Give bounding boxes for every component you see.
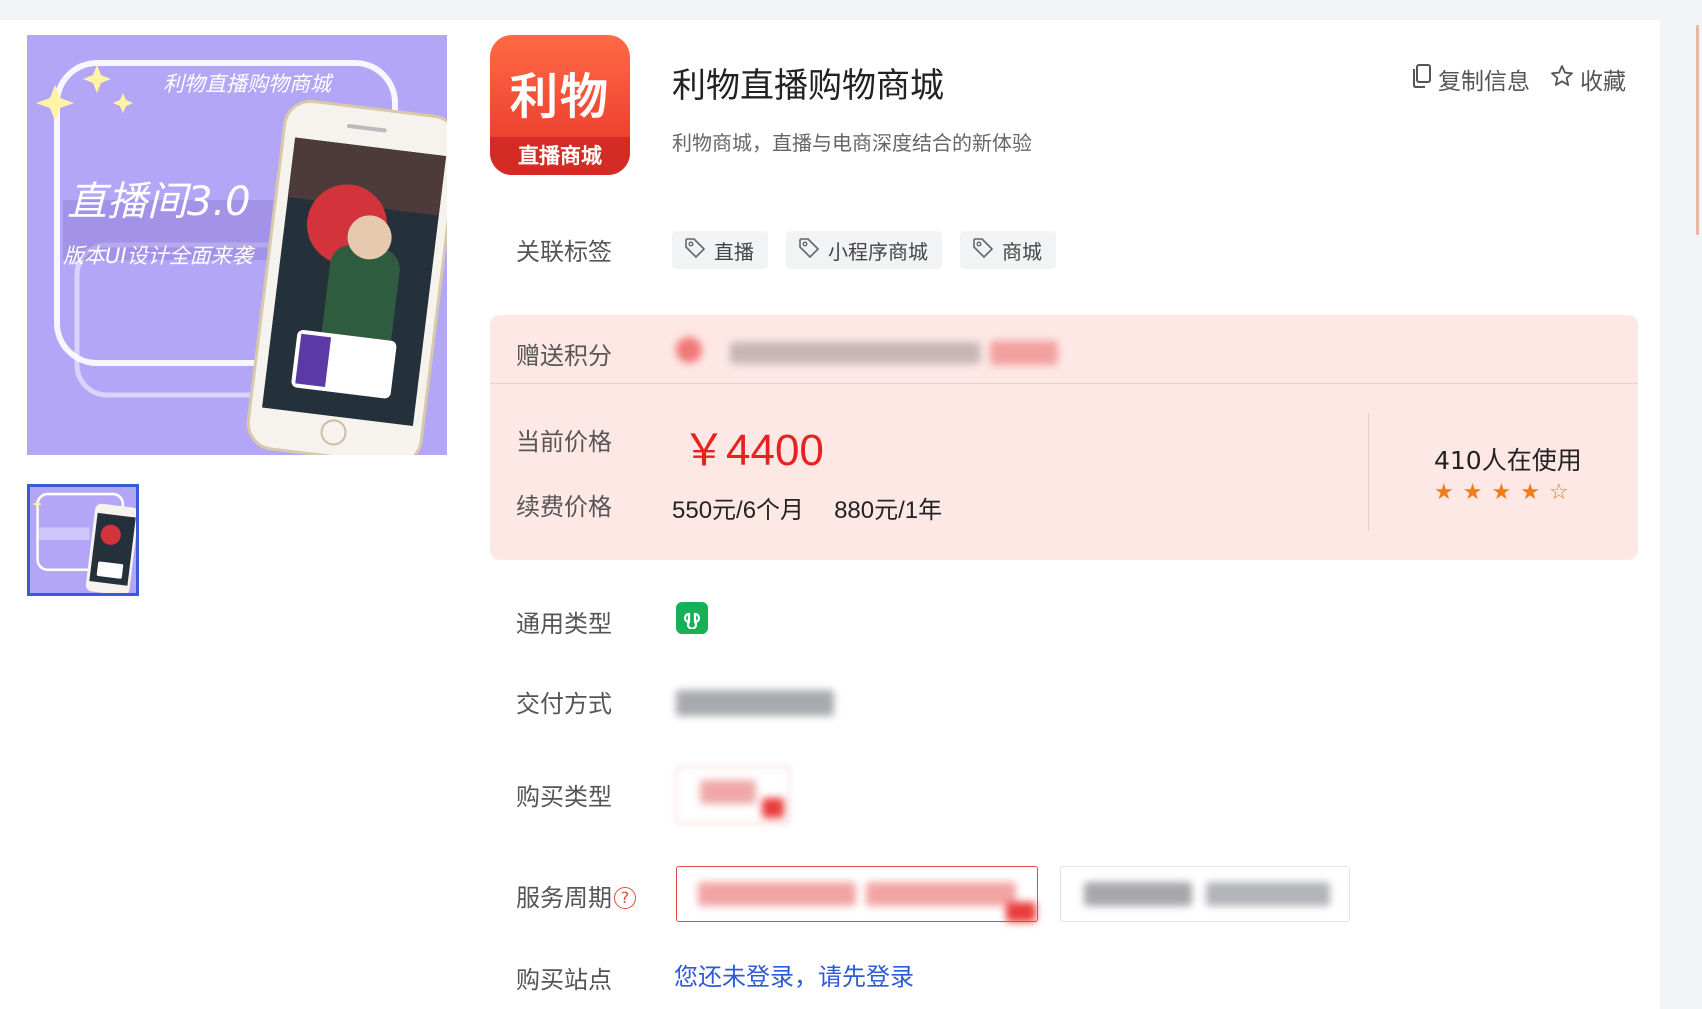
purchase-site-label: 购买站点 bbox=[516, 966, 612, 994]
points-icon bbox=[676, 337, 702, 363]
current-price-value: ￥4400 bbox=[682, 426, 824, 475]
tags-label: 关联标签 bbox=[516, 238, 612, 266]
tag-item[interactable]: 直播 bbox=[672, 231, 768, 269]
service-period-text-redacted bbox=[1084, 882, 1192, 906]
points-text-redacted bbox=[730, 342, 980, 364]
banner-tagline: 版本UI设计全面来袭 bbox=[63, 244, 256, 268]
service-period-label-text: 服务周期 bbox=[516, 884, 612, 912]
app-logo: 利物 直播商城 bbox=[490, 35, 630, 175]
banner-headline: 直播间3.0 bbox=[67, 179, 251, 225]
tag-list: 直播 小程序商城 商城 bbox=[672, 231, 1056, 269]
app-logo-text: 利物 bbox=[509, 69, 610, 125]
service-period-text-redacted bbox=[866, 882, 1016, 906]
copy-icon bbox=[1412, 64, 1432, 94]
purchase-type-value-redacted bbox=[700, 780, 756, 804]
renew-price-6m: 550元/6个月 bbox=[672, 497, 805, 524]
tag-icon bbox=[684, 237, 706, 264]
tag-item[interactable]: 小程序商城 bbox=[786, 231, 942, 269]
help-icon[interactable]: ? bbox=[614, 887, 636, 909]
purchase-type-selected-mark bbox=[762, 798, 784, 818]
scroll-edge-marker bbox=[1696, 25, 1699, 235]
miniapp-icon bbox=[676, 602, 708, 634]
top-actions: 复制信息 收藏 bbox=[1412, 62, 1626, 96]
panel-divider bbox=[490, 383, 1638, 384]
panel-vertical-divider bbox=[1368, 413, 1369, 531]
tag-label: 商城 bbox=[1002, 239, 1042, 264]
product-subtitle: 利物商城，直播与电商深度结合的新体验 bbox=[672, 131, 1032, 155]
renew-prices: 550元/6个月 880元/1年 bbox=[672, 490, 942, 525]
purchase-type-label: 购买类型 bbox=[516, 783, 612, 811]
service-period-label: 服务周期? bbox=[516, 878, 636, 913]
star-icon: ★ bbox=[1434, 479, 1454, 504]
tag-label: 直播 bbox=[714, 239, 754, 264]
renew-price-label: 续费价格 bbox=[516, 493, 612, 521]
login-link[interactable]: 您还未登录，请先登录 bbox=[674, 957, 914, 992]
tag-item[interactable]: 商城 bbox=[960, 231, 1056, 269]
copy-info-label: 复制信息 bbox=[1438, 69, 1530, 95]
star-icon: ★ bbox=[1491, 479, 1512, 504]
universal-type-label: 通用类型 bbox=[516, 610, 612, 638]
users-count: 410人在使用 bbox=[1434, 446, 1582, 475]
delivery-value-redacted bbox=[676, 690, 834, 716]
copy-info-button[interactable]: 复制信息 bbox=[1412, 62, 1530, 96]
banner-caption: 利物直播购物商城 bbox=[163, 72, 334, 96]
favorite-button[interactable]: 收藏 bbox=[1550, 62, 1626, 96]
product-main-image[interactable]: 利物直播购物商城 直播间3.0 版本UI设计全面来袭 bbox=[27, 35, 447, 455]
service-period-selected-mark bbox=[1006, 902, 1036, 922]
star-icon: ★ bbox=[1462, 479, 1483, 504]
tag-icon bbox=[798, 237, 820, 264]
renew-price-1y: 880元/1年 bbox=[834, 497, 943, 524]
star-outline-icon: ☆ bbox=[1548, 479, 1569, 504]
star-icon: ★ bbox=[1520, 479, 1540, 504]
rating-stars: ★ ★ ★ ★ ☆ bbox=[1434, 479, 1569, 505]
points-value-redacted bbox=[990, 341, 1058, 365]
tag-label: 小程序商城 bbox=[828, 239, 928, 264]
favorite-label: 收藏 bbox=[1580, 69, 1626, 95]
points-label: 赠送积分 bbox=[516, 342, 612, 370]
product-thumbnail[interactable] bbox=[27, 484, 139, 596]
product-title: 利物直播购物商城 bbox=[672, 66, 944, 106]
current-price-label: 当前价格 bbox=[516, 428, 612, 456]
tag-icon bbox=[972, 237, 994, 264]
star-outline-icon bbox=[1550, 64, 1574, 94]
price-panel: 赠送积分 当前价格 ￥4400 续费价格 550元/6个月 880元/1年 41… bbox=[490, 315, 1638, 560]
app-logo-subtext: 直播商城 bbox=[490, 137, 630, 175]
service-period-text-redacted bbox=[698, 882, 856, 906]
delivery-label: 交付方式 bbox=[516, 690, 612, 718]
service-period-text-redacted bbox=[1206, 882, 1330, 906]
